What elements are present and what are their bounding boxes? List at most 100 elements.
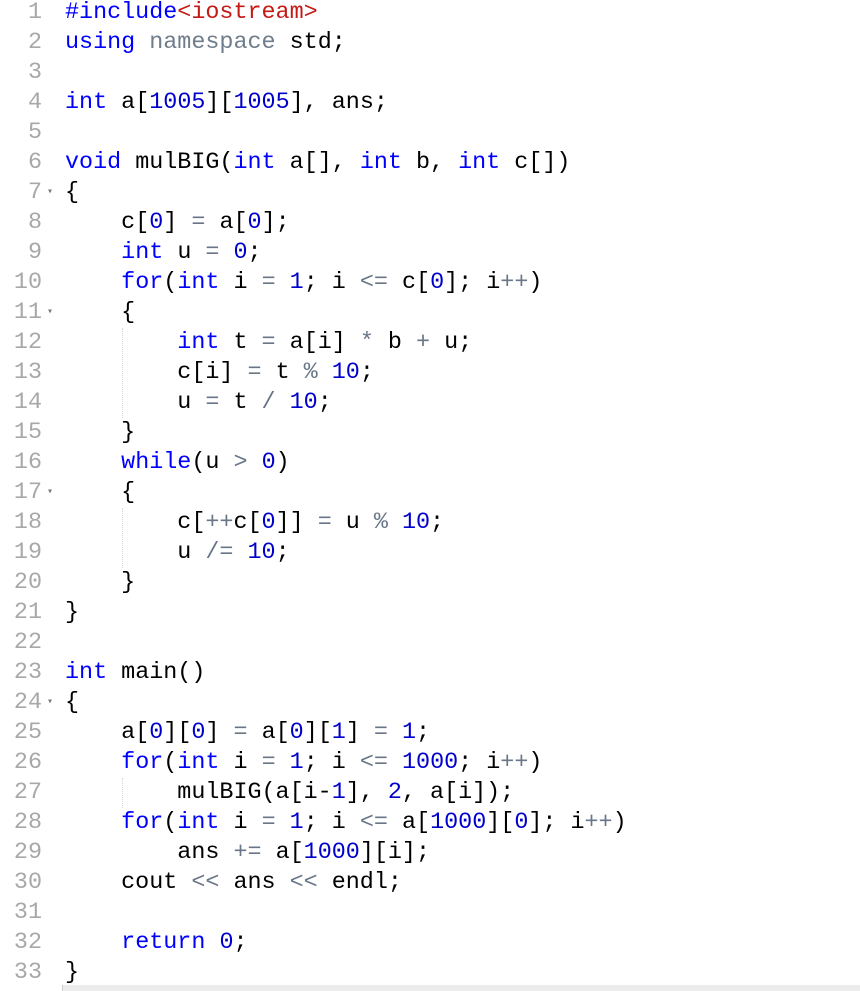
code-token: 0	[191, 720, 206, 746]
code-token: <=	[359, 270, 388, 296]
code-line[interactable]: 16 while(u > 0)	[0, 448, 860, 478]
code-line[interactable]: 27 mulBIG(a[i-1], 2, a[i]);	[0, 778, 860, 808]
indent-guide	[122, 778, 123, 808]
code-line[interactable]: 19 u /= 10;	[0, 538, 860, 568]
code-line[interactable]: 31	[0, 898, 860, 928]
code-line[interactable]: 28 for(int i = 1; i <= a[1000][0]; i++)	[0, 808, 860, 838]
code-token: {	[65, 300, 136, 326]
code-line[interactable]: 8 c[0] = a[0];	[0, 208, 860, 238]
code-line[interactable]: 7 ▾ {	[0, 178, 860, 208]
code-token: ; i	[303, 270, 360, 296]
code-text: a[0][0] = a[0][1] = 1;	[65, 718, 430, 748]
code-token: t	[219, 390, 262, 416]
code-token: int	[65, 660, 108, 686]
code-line[interactable]: 1 #include<iostream>	[0, 0, 860, 28]
code-line[interactable]: 17 ▾ {	[0, 478, 860, 508]
code-text: while(u > 0)	[65, 448, 290, 478]
fold-arrow-icon[interactable]: ▾	[44, 478, 56, 508]
indent-guide	[122, 328, 123, 418]
code-line[interactable]: 30 cout << ans << endl;	[0, 868, 860, 898]
code-token: int	[177, 810, 220, 836]
line-number: 24	[13, 690, 42, 716]
code-line[interactable]: 20 }	[0, 568, 860, 598]
line-number: 7	[27, 180, 42, 206]
code-token: ],	[345, 780, 388, 806]
code-line[interactable]: 14 u = t / 10;	[0, 388, 860, 418]
code-token: ][i];	[359, 840, 430, 866]
code-line[interactable]: 4 int a[1005][1005], ans;	[0, 88, 860, 118]
code-token: ];	[261, 210, 290, 236]
code-token: int	[177, 270, 220, 296]
horizontal-scrollbar[interactable]	[62, 985, 860, 991]
code-token: main()	[107, 660, 206, 686]
code-token: +=	[233, 840, 262, 866]
code-token: {	[65, 690, 80, 716]
code-token: c[	[233, 510, 262, 536]
code-token: ;	[359, 360, 374, 386]
line-number: 25	[13, 720, 42, 746]
code-line[interactable]: 22	[0, 628, 860, 658]
code-line[interactable]: 33}	[0, 958, 860, 988]
code-editor[interactable]: 1 #include<iostream> 2 using namespace std;…	[0, 0, 860, 988]
code-token: 0	[261, 510, 276, 536]
code-line[interactable]: 25 a[0][0] = a[0][1] = 1;	[0, 718, 860, 748]
code-token: 0	[149, 210, 164, 236]
code-token: int	[177, 330, 220, 356]
code-token: =	[317, 510, 332, 536]
code-line[interactable]: 24 ▾ {	[0, 688, 860, 718]
code-token: namespace	[149, 30, 276, 56]
code-text: int a[1005][1005], ans;	[65, 88, 388, 118]
fold-arrow-icon[interactable]: ▾	[44, 688, 56, 718]
code-line[interactable]: 21}	[0, 598, 860, 628]
line-number: 27	[13, 780, 42, 806]
code-token: ][	[163, 720, 192, 746]
code-line[interactable]: 15 }	[0, 418, 860, 448]
code-line[interactable]: 5	[0, 118, 860, 148]
code-token: int	[458, 150, 501, 176]
code-token: <iostream>	[177, 0, 318, 26]
line-number: 8	[27, 210, 42, 236]
code-token: 10	[331, 360, 360, 386]
code-token: 0	[261, 450, 276, 476]
line-number: 20	[13, 570, 42, 596]
code-line[interactable]: 2 using namespace std;	[0, 28, 860, 58]
code-token: =	[233, 720, 248, 746]
code-line[interactable]: 32 return 0;	[0, 928, 860, 958]
code-token: ++	[584, 810, 613, 836]
code-line[interactable]: 18 c[++c[0]] = u % 10;	[0, 508, 860, 538]
line-number: 17	[13, 480, 42, 506]
code-line[interactable]: 11 ▾ {	[0, 298, 860, 328]
code-token: <=	[359, 810, 388, 836]
code-token: c[	[65, 510, 206, 536]
code-line[interactable]: 10 for(int i = 1; i <= c[0]; i++)	[0, 268, 860, 298]
code-text: {	[65, 478, 135, 508]
code-token: i	[219, 270, 262, 296]
code-line[interactable]: 23 int main()	[0, 658, 860, 688]
line-number: 11	[13, 300, 42, 326]
code-token: std;	[275, 30, 346, 56]
code-token: ++	[500, 270, 529, 296]
code-line[interactable]: 13 c[i] = t % 10;	[0, 358, 860, 388]
code-token: )	[528, 750, 543, 776]
code-token: =	[373, 720, 388, 746]
fold-arrow-icon[interactable]: ▾	[44, 298, 56, 328]
line-number: 1	[27, 0, 42, 26]
code-token: ;	[430, 510, 445, 536]
code-token: ]	[163, 210, 192, 236]
code-line[interactable]: 9 int u = 0;	[0, 238, 860, 268]
code-line[interactable]: 6 void mulBIG(int a[], int b, int c[])	[0, 148, 860, 178]
code-token: c[	[387, 270, 431, 296]
code-line[interactable]: 26 for(int i = 1; i <= 1000; i++)	[0, 748, 860, 778]
code-line[interactable]: 3	[0, 58, 860, 88]
code-line[interactable]: 29 ans += a[1000][i];	[0, 838, 860, 868]
line-number: 22	[13, 630, 42, 656]
fold-arrow-icon[interactable]: ▾	[44, 178, 56, 208]
code-line[interactable]: 12 int t = a[i] * b + u;	[0, 328, 860, 358]
code-text: void mulBIG(int a[], int b, int c[])	[65, 148, 570, 178]
code-token: c[	[65, 210, 150, 236]
